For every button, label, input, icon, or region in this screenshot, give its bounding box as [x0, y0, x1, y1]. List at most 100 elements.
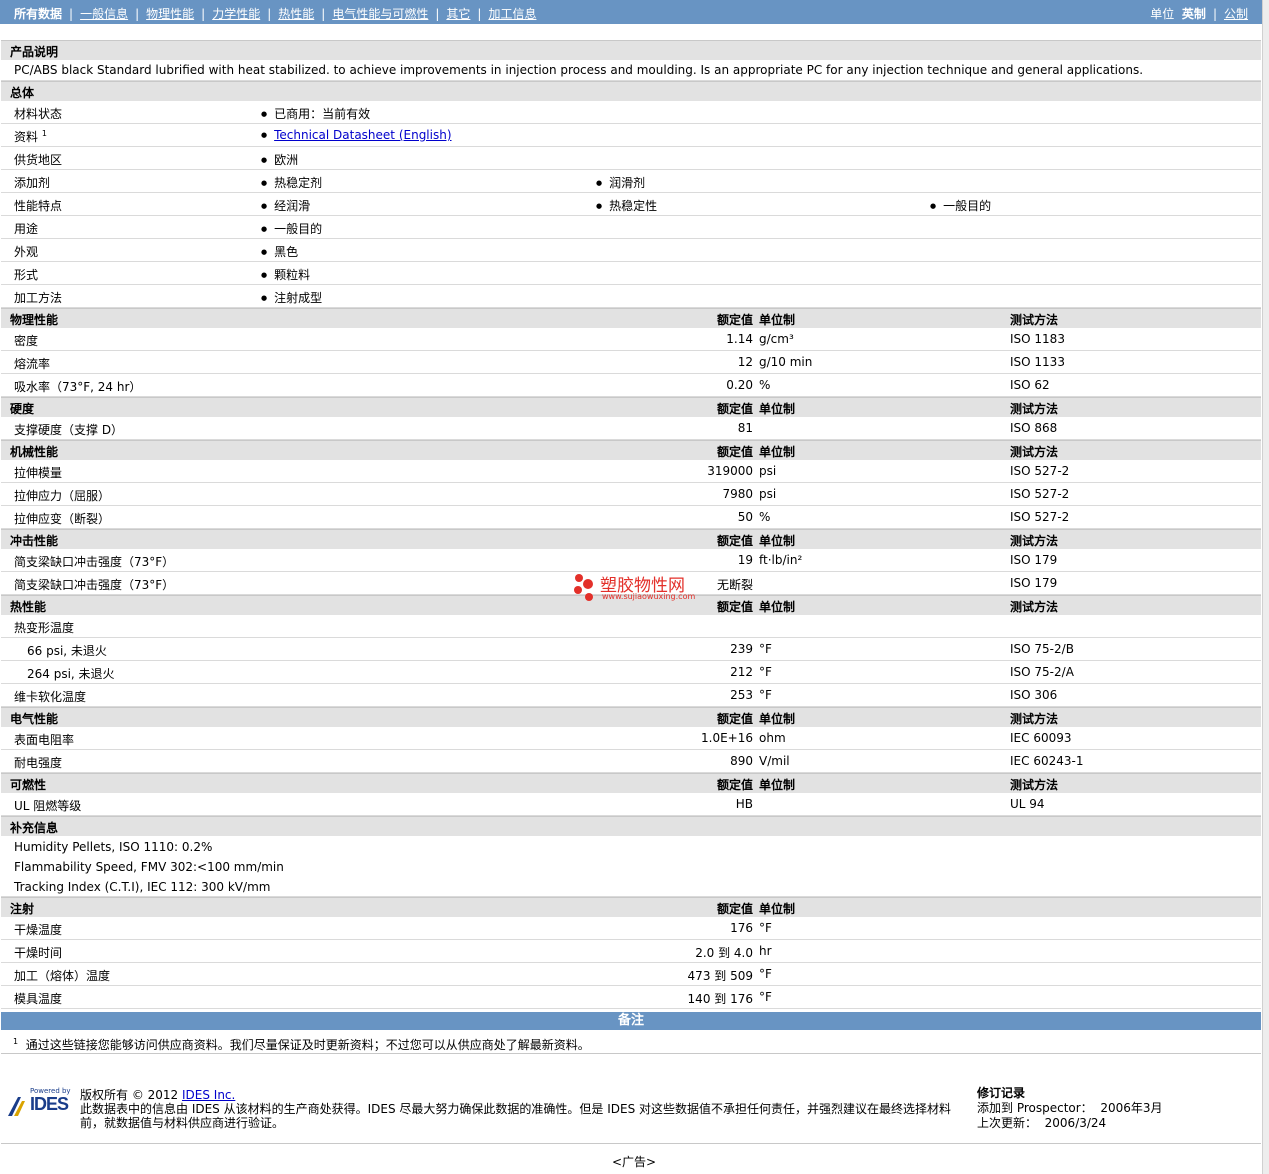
bullet-value: 热稳定性 [596, 197, 657, 214]
property-unit: g/cm³ [759, 332, 794, 346]
datasheet: 产品说明 PC/ABS black Standard lubrified wit… [1, 40, 1261, 1009]
nav-physical[interactable]: 物理性能 [146, 7, 194, 21]
injection-table: 干燥温度 176 °F 干燥时间 2.0 到 4.0 hr 加工（熔体）温度 473 到 50… [1, 917, 1261, 1009]
nav-other[interactable]: 其它 [446, 7, 470, 21]
unit-imperial[interactable]: 英制 [1182, 7, 1206, 21]
test-method: ISO 1183 [1010, 332, 1065, 346]
property-value: 81 [737, 421, 753, 435]
property-row: 简支梁缺口冲击强度（73°F） 19 ft·lb/in² ISO 179 [1, 549, 1261, 572]
property-unit: °F [759, 921, 772, 935]
test-method: UL 94 [1010, 797, 1045, 811]
property-value: 473 到 509 [687, 969, 753, 983]
property-label: 性能特点 [14, 197, 62, 214]
footnote: 1 通过这些链接您能够访问供应商资料。我们尽量保证及时更新资料；不过您可以从供应… [13, 1037, 590, 1052]
property-row: 表面电阻率 1.0E+16 ohm IEC 60093 [1, 727, 1261, 750]
test-method: ISO 62 [1010, 378, 1050, 392]
col-test-method: 测试方法 [1010, 778, 1059, 792]
bullet-value: 润滑剂 [596, 174, 645, 191]
vertical-scrollbar[interactable] [1262, 0, 1269, 1174]
nav-electrical-flammability[interactable]: 电气性能与可燃性 [332, 7, 428, 21]
nav-all-data[interactable]: 所有数据 [14, 7, 62, 21]
property-row: UL 阻燃等级 HB UL 94 [1, 793, 1261, 816]
injection-row: 加工（熔体）温度 473 到 509 °F [1, 963, 1261, 986]
datasheet-link[interactable]: Technical Datasheet (English) [274, 128, 451, 142]
test-method: ISO 527-2 [1010, 487, 1070, 501]
property-value: 239 [730, 642, 753, 656]
property-label: 熔流率 [14, 357, 51, 371]
nav-thermal[interactable]: 热性能 [278, 7, 314, 21]
property-label: 264 psi, 未退火 [27, 667, 115, 681]
general-row: 资料 1 Technical Datasheet (English) [1, 124, 1261, 147]
test-method: ISO 179 [1010, 576, 1058, 590]
remarks-header: 备注 [1, 1012, 1261, 1030]
label-text: 形式 [14, 268, 39, 282]
bullet-value: 注射成型 [261, 289, 322, 306]
ides-link[interactable]: IDES Inc. [182, 1088, 235, 1102]
property-label: 用途 [14, 220, 38, 237]
property-label: 干燥温度 [14, 923, 63, 937]
property-label: 材料状态 [14, 105, 62, 122]
nav-mechanical[interactable]: 力学性能 [212, 7, 260, 21]
col-test-method: 测试方法 [1010, 534, 1059, 548]
bullet-value: 热稳定剂 [261, 174, 322, 191]
property-unit: °F [759, 688, 772, 702]
section-header: 机械性能 额定值 单位制 测试方法 [1, 440, 1261, 460]
property-value: HB [735, 797, 753, 811]
property-unit: ohm [759, 731, 786, 745]
section-header: 可燃性 额定值 单位制 测试方法 [1, 773, 1261, 793]
nav-general-info[interactable]: 一般信息 [80, 7, 128, 21]
watermark-logo: 塑胶物性网 www.sujiaowuxing.com [572, 570, 702, 604]
unit-metric[interactable]: 公制 [1224, 7, 1248, 21]
section-header: 硬度 额定值 单位制 测试方法 [1, 397, 1261, 417]
property-label: 66 psi, 未退火 [27, 644, 107, 658]
property-row: 熔流率 12 g/10 min ISO 1133 [1, 351, 1261, 374]
label-text: 性能特点 [14, 199, 63, 213]
general-row: 添加剂 热稳定剂 润滑剂 [1, 170, 1261, 193]
revision-history: 修订记录 添加到 Prospector： 2006年3月 上次更新： 2006/… [977, 1086, 1163, 1130]
property-row: 支撑硬度（支撑 D） 81 ISO 868 [1, 417, 1261, 440]
bullet-value: Technical Datasheet (English) [261, 128, 451, 142]
label-text: 用途 [14, 222, 39, 236]
col-unit: 单位制 [759, 600, 796, 614]
property-unit: psi [759, 487, 777, 501]
general-header: 总体 [1, 81, 1261, 101]
property-label: 维卡软化温度 [14, 690, 87, 704]
nav-processing[interactable]: 加工信息 [488, 7, 536, 21]
test-method: ISO 75-2/A [1010, 665, 1074, 679]
property-label: 支撑硬度（支撑 D） [14, 423, 124, 437]
col-nominal: 额定值 [716, 402, 753, 416]
section-title: 可燃性 [10, 778, 47, 792]
label-text: 外观 [14, 245, 39, 259]
property-label: 拉伸应变（断裂） [14, 512, 111, 526]
property-value: 无断裂 [716, 578, 753, 592]
watermark-dots-icon [574, 574, 593, 601]
property-value: 2.0 到 4.0 [695, 946, 753, 960]
test-method: ISO 527-2 [1010, 464, 1070, 478]
label-text: 资料 [14, 130, 39, 144]
divider [1, 1143, 1261, 1144]
col-test-method: 测试方法 [1010, 600, 1059, 614]
general-row: 形式 颗粒料 [1, 262, 1261, 285]
property-label: 模具温度 [14, 992, 63, 1006]
property-value: 212 [730, 665, 753, 679]
property-value: 176 [730, 921, 753, 935]
test-method: ISO 527-2 [1010, 510, 1070, 524]
label-text: 加工方法 [14, 291, 63, 305]
property-value: 7980 [722, 487, 753, 501]
property-label: 简支梁缺口冲击强度（73°F） [14, 555, 175, 569]
col-unit: 单位制 [759, 445, 796, 459]
ides-logo[interactable]: Powered by IDES [8, 1087, 72, 1117]
property-unit: g/10 min [759, 355, 813, 369]
property-label: 表面电阻率 [14, 733, 75, 747]
section-title: 机械性能 [10, 445, 59, 459]
property-label: 密度 [14, 334, 39, 348]
property-label: 供货地区 [14, 151, 62, 168]
col-nominal: 额定值 [716, 712, 753, 726]
label-text: 供货地区 [14, 153, 63, 167]
property-value: 890 [730, 754, 753, 768]
injection-row: 干燥时间 2.0 到 4.0 hr [1, 940, 1261, 963]
ad-placeholder[interactable]: <广告> [612, 1153, 656, 1170]
test-method: ISO 75-2/B [1010, 642, 1074, 656]
property-value: 319000 [707, 464, 753, 478]
supplemental-line: Tracking Index (C.T.I), IEC 112: 300 kV/… [14, 880, 271, 894]
